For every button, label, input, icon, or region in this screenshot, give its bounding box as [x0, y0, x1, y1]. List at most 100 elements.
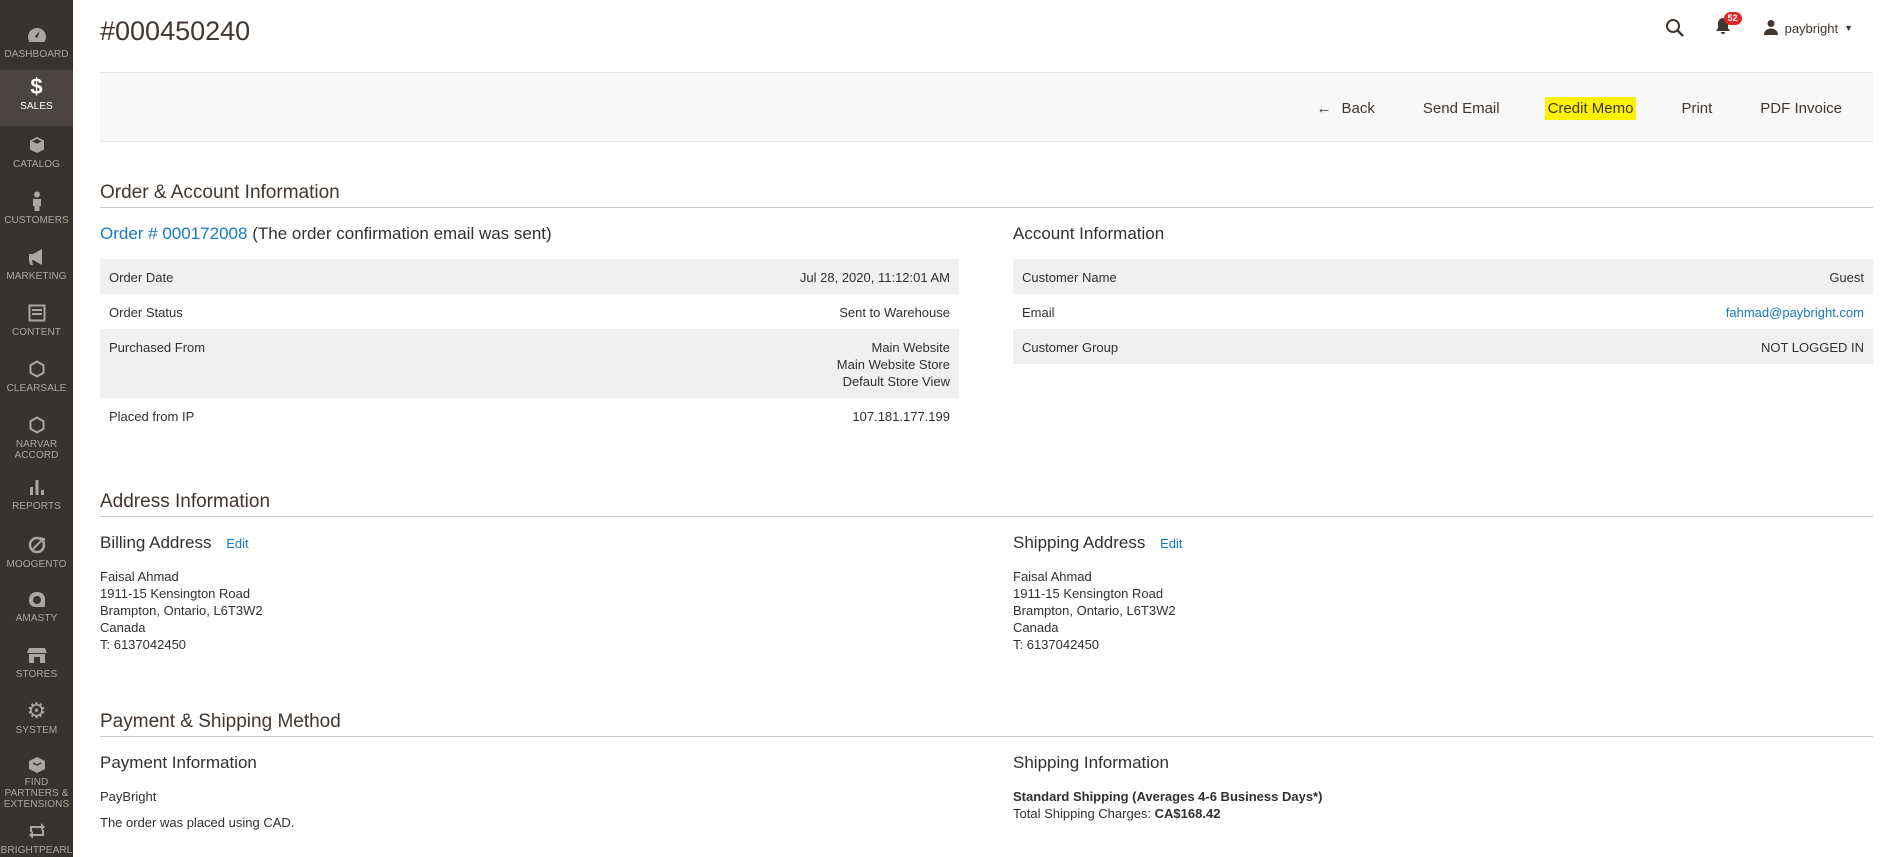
payment-method: PayBright	[100, 789, 157, 804]
back-button[interactable]: ← Back	[1314, 97, 1378, 120]
purchased-from-store-view: Default Store View	[842, 374, 950, 389]
sidebar-item-content[interactable]: Content	[0, 296, 73, 352]
row-label: Order Date	[100, 259, 448, 294]
payment-shipping-section-title: Payment & Shipping Method	[100, 711, 341, 732]
sidebar-item-clearsale[interactable]: Clearsale	[0, 352, 73, 408]
partners-icon	[26, 756, 48, 774]
shipping-method: Standard Shipping (Averages 4-6 Business…	[1013, 789, 1323, 804]
edit-billing-address-link[interactable]: Edit	[226, 536, 248, 551]
sidebar-item-label: Dashboard	[4, 49, 69, 60]
arrow-left-icon: ←	[1316, 99, 1332, 117]
moogento-icon	[26, 534, 48, 556]
payment-info-title: Payment Information	[100, 753, 257, 772]
shipping-charges-value: CA$168.42	[1154, 806, 1221, 821]
table-row: Order Status Sent to Warehouse	[100, 294, 959, 329]
sidebar-item-label: Reports	[12, 501, 61, 512]
sidebar-item-moogento[interactable]: Moogento	[0, 528, 73, 584]
table-row: Order Date Jul 28, 2020, 11:12:01 AM	[100, 259, 959, 294]
sidebar-item-catalog[interactable]: Catalog	[0, 128, 73, 184]
row-value: Main Website Main Website Store Default …	[447, 329, 959, 398]
sidebar-item-label: Moogento	[6, 559, 67, 570]
user-menu[interactable]: paybright ▼	[1763, 19, 1853, 38]
sidebar-item-system[interactable]: ⚙ System	[0, 694, 73, 750]
sidebar-item-reports[interactable]: Reports	[0, 470, 73, 526]
sidebar-item-dashboard[interactable]: Dashboard	[0, 18, 73, 74]
amasty-icon	[26, 588, 48, 610]
sidebar-item-customers[interactable]: Customers	[0, 184, 73, 240]
row-label: Purchased From	[100, 329, 448, 398]
sidebar-item-brightpearl[interactable]: Brightpearl	[0, 814, 73, 857]
sidebar-item-label: System	[15, 725, 58, 736]
user-name: paybright	[1784, 20, 1839, 36]
credit-memo-button[interactable]: Credit Memo	[1544, 96, 1637, 120]
customer-email-link[interactable]: fahmad@paybright.com	[1726, 305, 1864, 320]
edit-shipping-address-link[interactable]: Edit	[1160, 536, 1182, 551]
shipping-address-title: Shipping Address Edit	[1013, 533, 1182, 553]
row-value: 107.181.177.199	[852, 409, 950, 424]
order-heading: Order # 000172008 (The order confirmatio…	[100, 224, 552, 244]
order-info-table: Order Date Jul 28, 2020, 11:12:01 AM Ord…	[100, 259, 959, 433]
billing-street: 1911-15 Kensington Road	[100, 586, 251, 601]
purchased-from-website: Main Website	[871, 340, 950, 355]
megaphone-icon	[26, 246, 48, 268]
shipping-charges-label: Total Shipping Charges:	[1013, 806, 1152, 821]
section-divider	[100, 736, 1873, 737]
shipping-info-title: Shipping Information	[1013, 753, 1169, 772]
address-section-title: Address Information	[100, 491, 271, 512]
sidebar-item-label: Customers	[4, 215, 69, 226]
store-icon	[26, 644, 48, 666]
page-title: #000450240	[100, 16, 251, 46]
hexagon-icon	[26, 414, 48, 436]
billing-name: Faisal Ahmad	[100, 569, 179, 584]
dashboard-icon	[26, 24, 48, 46]
hexagon-icon	[26, 358, 48, 380]
sync-icon	[26, 820, 48, 842]
section-divider	[100, 516, 1873, 517]
sidebar-item-sales[interactable]: $ Sales	[0, 70, 73, 126]
table-row: Customer Name Guest	[1013, 259, 1873, 294]
sidebar-item-label: Sales	[20, 101, 53, 112]
order-number-link[interactable]: Order # 000172008	[100, 224, 247, 243]
shipping-country: Canada	[1013, 620, 1059, 635]
sidebar-item-label: Marketing	[6, 271, 67, 282]
row-label: Email	[1022, 305, 1055, 320]
table-row: Placed from IP 107.181.177.199	[100, 398, 959, 433]
send-email-button[interactable]: Send Email	[1420, 97, 1503, 120]
page-actions-bar: ← Back Send Email Credit Memo Print PDF …	[100, 72, 1873, 142]
section-divider	[100, 207, 1873, 208]
row-label: Order Status	[109, 305, 183, 320]
sidebar-item-label: Brightpearl	[0, 845, 73, 856]
payment-currency-note: The order was placed using CAD.	[100, 815, 295, 830]
notification-count-badge: 52	[1723, 12, 1742, 25]
billing-phone: T: 6137042450	[100, 637, 187, 652]
billing-country: Canada	[100, 620, 146, 635]
sidebar-item-label: Amasty	[15, 613, 58, 624]
pdf-invoice-button[interactable]: PDF Invoice	[1757, 97, 1845, 120]
row-value: NOT LOGGED IN	[1375, 329, 1873, 364]
table-row: Customer Group NOT LOGGED IN	[1013, 329, 1873, 364]
account-info-table: Customer Name Guest Email fahmad@paybrig…	[1013, 259, 1873, 364]
order-account-section-title: Order & Account Information	[100, 182, 340, 203]
sidebar-item-stores[interactable]: Stores	[0, 638, 73, 694]
search-icon[interactable]	[1663, 16, 1687, 40]
shipping-charges: Total Shipping Charges: CA$168.42	[1013, 805, 1220, 822]
billing-address-label: Billing Address	[100, 533, 212, 552]
person-icon	[26, 190, 48, 212]
sidebar-item-find-partners[interactable]: Find Partners & Extensions	[0, 750, 73, 810]
dollar-icon: $	[30, 74, 43, 99]
billing-address-block: Faisal Ahmad 1911-15 Kensington Road Bra…	[100, 568, 263, 653]
row-value: Sent to Warehouse	[839, 305, 950, 320]
order-email-note: (The order confirmation email was sent)	[252, 224, 552, 243]
billing-address-title: Billing Address Edit	[100, 533, 249, 553]
sidebar-item-label: Narvar Accord	[14, 439, 59, 461]
print-button[interactable]: Print	[1678, 97, 1715, 120]
sidebar-item-narvar-accord[interactable]: Narvar Accord	[0, 408, 73, 468]
sidebar-item-marketing[interactable]: Marketing	[0, 240, 73, 296]
shipping-address-label: Shipping Address	[1013, 533, 1146, 552]
notifications-button[interactable]: 52	[1711, 12, 1742, 40]
sidebar-item-amasty[interactable]: Amasty	[0, 582, 73, 638]
row-label: Customer Group	[1013, 329, 1376, 364]
bar-chart-icon	[26, 476, 48, 498]
row-label: Customer Name	[1013, 259, 1376, 294]
user-icon	[1763, 19, 1779, 38]
